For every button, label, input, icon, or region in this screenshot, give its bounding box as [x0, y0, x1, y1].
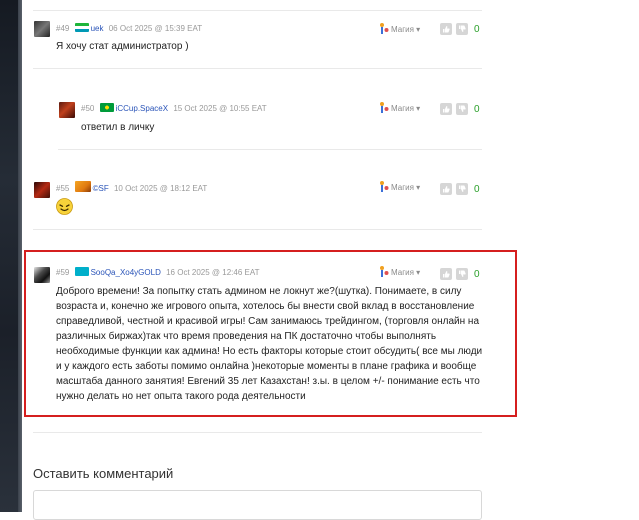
comment-score: 0: [474, 269, 480, 280]
comment-score: 0: [474, 24, 480, 35]
divider: [58, 149, 482, 150]
comment-score: 0: [474, 184, 480, 195]
like-button[interactable]: [440, 23, 452, 35]
dislike-button[interactable]: [456, 183, 468, 195]
comment-username[interactable]: uek: [91, 24, 104, 33]
flag-icon: [74, 23, 89, 32]
magic-label: Магия: [391, 268, 414, 277]
dislike-button[interactable]: [456, 23, 468, 35]
smiley-emoji-icon: [56, 198, 73, 215]
comment-text-line: и у каждого есть заботы помимо онлайна )…: [56, 361, 477, 372]
thumbs-up-icon: [443, 186, 450, 193]
comment-text-line: возраста и, конечно же игрового опыта, х…: [56, 301, 475, 312]
comment-form-title: Оставить комментарий: [33, 466, 174, 481]
dislike-button[interactable]: [456, 268, 468, 280]
comment-meta: #55 ©SF 10 Oct 2025 @ 18:12 EAT: [56, 181, 207, 195]
comment-text-line: нужно делать но нет опыта такого рода де…: [56, 391, 306, 402]
user-avatar[interactable]: [34, 21, 50, 37]
divider: [33, 68, 482, 69]
comment-input[interactable]: [33, 490, 482, 520]
comment-text-line: Доброго времени! За попытку стать админо…: [56, 286, 462, 297]
user-avatar[interactable]: [59, 102, 75, 118]
thumbs-down-icon: [459, 185, 466, 192]
thumbs-down-icon: [459, 270, 466, 277]
comment-text-line: масштаба данного занятия! Евгений 35 лет…: [56, 376, 480, 387]
comment-date: 16 Oct 2025 @ 12:46 EAT: [166, 268, 260, 277]
comment-date: 06 Oct 2025 @ 15:39 EAT: [108, 24, 203, 33]
comment-text: Я хочу стат администратор ): [56, 41, 189, 52]
comment-number[interactable]: #55: [56, 184, 69, 193]
comment-number[interactable]: #59: [56, 268, 69, 277]
thumbs-up-icon: [443, 271, 450, 278]
comment-meta: #50 iCCup.SpaceX 15 Oct 2025 @ 10:55 EAT: [81, 102, 267, 116]
flag-icon: [99, 103, 114, 112]
magic-dropdown[interactable]: Магия ▾: [380, 266, 420, 280]
magic-dropdown[interactable]: Магия ▾: [380, 181, 420, 195]
divider: [33, 10, 482, 11]
magic-label: Магия: [391, 25, 414, 34]
magic-dropdown[interactable]: Магия ▾: [380, 23, 420, 37]
comment-text-line: необходимые функции как админа! Но есть …: [56, 346, 483, 357]
clan-badge-icon: [74, 181, 91, 192]
comment-username[interactable]: iCCup.SpaceX: [116, 104, 168, 113]
page-background-left: [0, 0, 22, 512]
like-button[interactable]: [440, 103, 452, 115]
thumbs-down-icon: [459, 105, 466, 112]
comment-text-line: различных биржах)так что время проведени…: [56, 331, 437, 342]
thumbs-up-icon: [443, 26, 450, 33]
comment-username[interactable]: SooQa_Xo4yGOLD: [91, 268, 161, 277]
magic-label: Магия: [391, 183, 414, 192]
comment-number[interactable]: #49: [56, 24, 69, 33]
comment-date: 10 Oct 2025 @ 18:12 EAT: [113, 184, 208, 193]
comment-meta: #59 SooQa_Xo4yGOLD 16 Oct 2025 @ 12:46 E…: [56, 266, 259, 280]
magic-wand-icon: [380, 102, 389, 113]
comment-text: Доброго времени! За попытку стать админо…: [56, 284, 482, 404]
flag-icon: [74, 267, 89, 276]
user-avatar[interactable]: [34, 267, 50, 283]
thumbs-down-icon: [459, 25, 466, 32]
comment-score: 0: [474, 104, 480, 115]
like-button[interactable]: [440, 183, 452, 195]
divider: [33, 432, 482, 433]
magic-wand-icon: [380, 266, 389, 277]
magic-dropdown[interactable]: Магия ▾: [380, 102, 420, 116]
dislike-button[interactable]: [456, 103, 468, 115]
divider: [33, 229, 482, 230]
user-avatar[interactable]: [34, 182, 50, 198]
comment-number[interactable]: #50: [81, 104, 94, 113]
magic-wand-icon: [380, 181, 389, 192]
magic-label: Магия: [391, 104, 414, 113]
comment-meta: #49 uek 06 Oct 2025 @ 15:39 EAT: [56, 22, 202, 36]
magic-wand-icon: [380, 23, 389, 34]
page-background-right: [521, 0, 639, 512]
thumbs-up-icon: [443, 106, 450, 113]
comment-text-line: справедливой, честной и красивой игры! С…: [56, 316, 480, 327]
comment-username[interactable]: ©SF: [93, 184, 109, 193]
comment-text: ответил в личку: [81, 122, 155, 133]
like-button[interactable]: [440, 268, 452, 280]
comment-date: 15 Oct 2025 @ 10:55 EAT: [173, 104, 267, 113]
